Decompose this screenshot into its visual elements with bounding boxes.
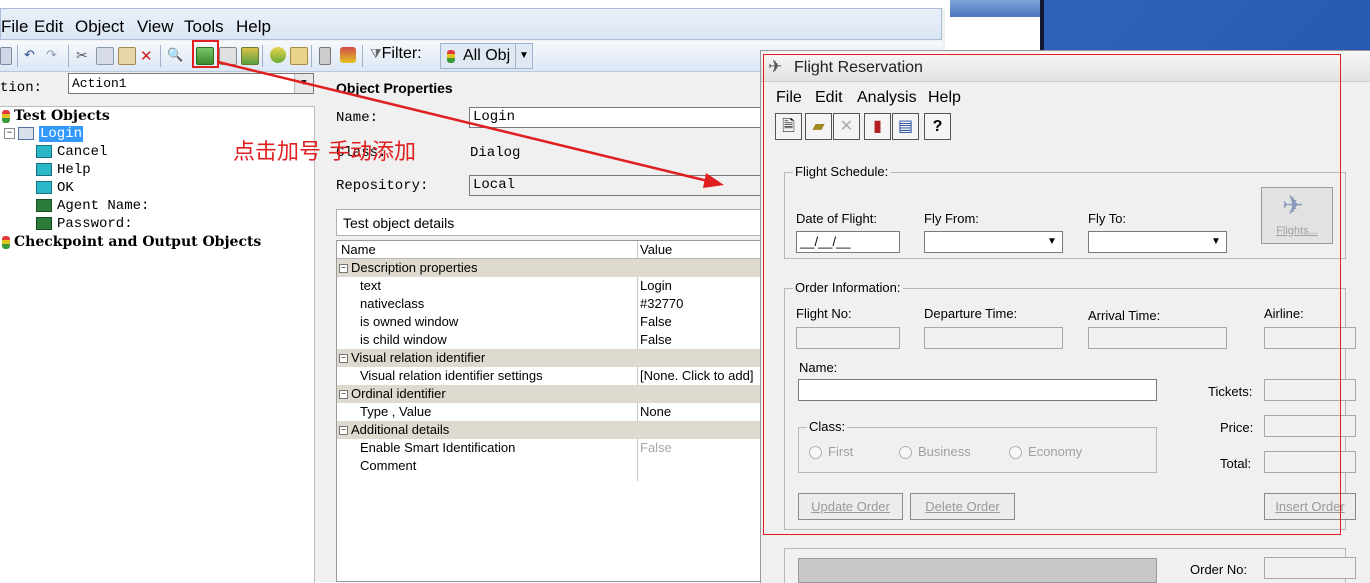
annotation-text: 点击加号 手动添加 bbox=[233, 140, 416, 165]
order-no-label: Order No: bbox=[1190, 562, 1248, 577]
progress-bar bbox=[798, 558, 1157, 583]
highlight-box bbox=[763, 54, 1341, 535]
order-no-field bbox=[1264, 557, 1356, 579]
